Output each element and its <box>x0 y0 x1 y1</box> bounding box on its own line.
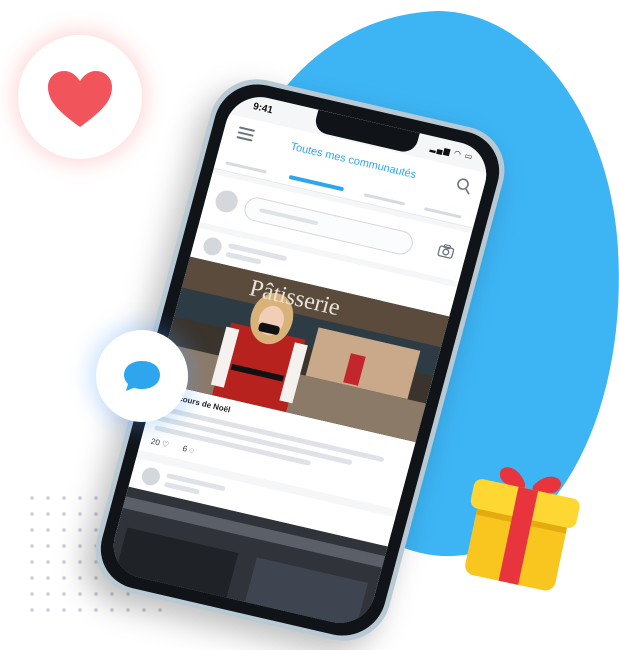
heart-bubble <box>18 35 142 159</box>
post-avatar <box>201 235 224 258</box>
status-icons: ▂▄▆ ◠ ▭ <box>429 143 475 162</box>
chat-bubble <box>96 330 188 422</box>
chat-bubble-icon <box>124 361 160 391</box>
avatar <box>213 188 241 215</box>
status-time: 9:41 <box>251 101 275 117</box>
tab-1[interactable] <box>225 161 267 174</box>
heart-icon <box>48 71 112 127</box>
reactions: 20 ♡ 6 ◌ <box>150 437 195 456</box>
comment-icon[interactable]: ◌ <box>188 446 195 456</box>
gift-box-icon <box>465 467 580 591</box>
post-text-placeholder-2 <box>156 415 353 466</box>
post2-avatar <box>139 465 162 488</box>
camera-icon[interactable] <box>436 243 455 260</box>
likes-count: 20 <box>149 436 161 448</box>
tab-4[interactable] <box>423 207 462 219</box>
tab-3[interactable] <box>363 193 406 206</box>
like-icon[interactable]: ♡ <box>161 439 170 449</box>
